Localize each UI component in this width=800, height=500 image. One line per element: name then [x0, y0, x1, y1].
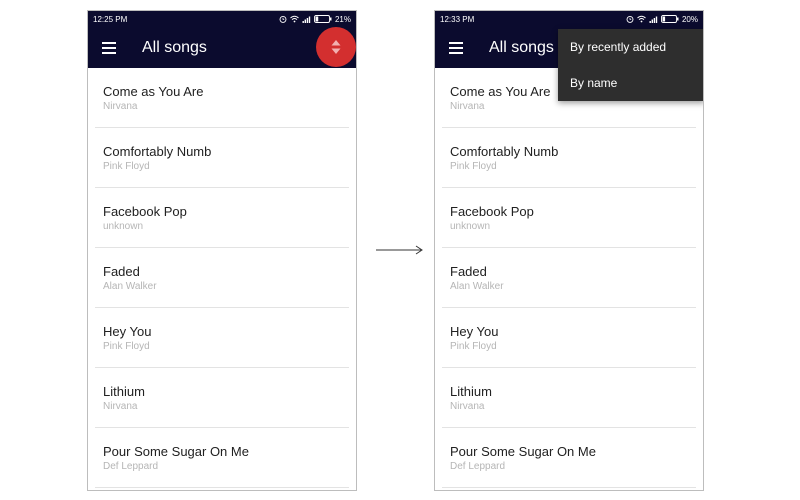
song-list-item[interactable]: Faded Alan Walker — [442, 248, 696, 308]
song-list-item[interactable]: Come as You Are Nirvana — [95, 68, 349, 128]
song-artist: unknown — [103, 221, 144, 232]
song-artist: Alan Walker — [450, 281, 504, 292]
song-artist: Nirvana — [450, 101, 485, 112]
song-list-item[interactable]: Lithium Nirvana — [442, 368, 696, 428]
signal-icon — [302, 16, 311, 23]
song-list-item[interactable]: Comfortably Numb Pink Floyd — [442, 128, 696, 188]
wifi-icon — [290, 15, 299, 23]
battery-percent: 21% — [334, 14, 351, 24]
song-title: Pour Some Sugar On Me — [103, 444, 249, 459]
song-list: Come as You Are Nirvana Comfortably Numb P… — [88, 68, 356, 488]
song-list-item[interactable]: Facebook Pop unknown — [442, 188, 696, 248]
battery-icon — [314, 15, 332, 23]
phone-screen-before: 12:25 PM 21% All songs Come as You Are Ni… — [87, 10, 357, 491]
song-artist: Nirvana — [103, 101, 138, 112]
song-artist: Pink Floyd — [450, 161, 497, 172]
song-artist: Alan Walker — [103, 281, 157, 292]
song-title: Hey You — [450, 324, 499, 339]
page-title: All songs — [489, 39, 554, 56]
song-artist: Pink Floyd — [450, 341, 497, 352]
status-bar: 12:33 PM 20% — [435, 11, 703, 27]
song-list-item[interactable]: Lithium Nirvana — [95, 368, 349, 428]
song-title: Comfortably Numb — [450, 144, 559, 159]
song-title: Lithium — [450, 384, 492, 399]
song-artist: unknown — [450, 221, 491, 232]
song-list-item[interactable]: Pour Some Sugar On Me Def Leppard — [95, 428, 349, 488]
song-artist: Def Leppard — [103, 461, 159, 472]
song-title: Facebook Pop — [450, 204, 534, 219]
sort-icon — [331, 40, 341, 54]
page-title: All songs — [142, 39, 207, 56]
song-title: Facebook Pop — [103, 204, 187, 219]
song-artist: Pink Floyd — [103, 341, 150, 352]
song-artist: Pink Floyd — [103, 161, 150, 172]
alarm-icon — [279, 15, 287, 23]
status-time: 12:33 PM — [440, 14, 475, 24]
song-list-item[interactable]: Pour Some Sugar On Me Def Leppard — [442, 428, 696, 488]
song-artist: Nirvana — [103, 401, 138, 412]
song-list-item[interactable]: Hey You Pink Floyd — [442, 308, 696, 368]
sort-menu: By recently added By name — [558, 29, 703, 101]
status-time: 12:25 PM — [93, 14, 128, 24]
status-bar: 12:25 PM 21% — [88, 11, 356, 27]
song-title: Come as You Are — [450, 84, 551, 99]
song-artist: Def Leppard — [450, 461, 506, 472]
phone-screen-after: 12:33 PM 20% All songs By recently added… — [434, 10, 704, 491]
signal-icon — [649, 16, 658, 23]
song-title: Lithium — [103, 384, 145, 399]
app-bar: All songs — [88, 27, 356, 68]
sort-button[interactable] — [316, 27, 356, 67]
battery-icon — [661, 15, 679, 23]
song-title: Comfortably Numb — [103, 144, 212, 159]
arrow-right-icon — [376, 245, 423, 255]
song-list-item[interactable]: Hey You Pink Floyd — [95, 308, 349, 368]
song-list-item[interactable]: Comfortably Numb Pink Floyd — [95, 128, 349, 188]
song-list-item[interactable]: Faded Alan Walker — [95, 248, 349, 308]
hamburger-icon — [102, 42, 116, 54]
song-title: Come as You Are — [103, 84, 204, 99]
song-title: Faded — [450, 264, 487, 279]
status-icons: 20% — [626, 15, 698, 24]
song-title: Pour Some Sugar On Me — [450, 444, 596, 459]
song-title: Hey You — [103, 324, 152, 339]
hamburger-menu-button[interactable] — [101, 41, 117, 55]
sort-by-recently-added-option[interactable]: By recently added — [558, 29, 703, 65]
alarm-icon — [626, 15, 634, 23]
song-artist: Nirvana — [450, 401, 485, 412]
status-icons: 21% — [279, 15, 351, 24]
song-title: Faded — [103, 264, 140, 279]
song-list-item[interactable]: Facebook Pop unknown — [95, 188, 349, 248]
wifi-icon — [637, 15, 646, 23]
song-list: Come as You Are Nirvana Comfortably Numb P… — [435, 68, 703, 488]
hamburger-menu-button[interactable] — [448, 41, 464, 55]
hamburger-icon — [449, 42, 463, 54]
sort-by-name-option[interactable]: By name — [558, 65, 703, 101]
battery-percent: 20% — [681, 14, 698, 24]
